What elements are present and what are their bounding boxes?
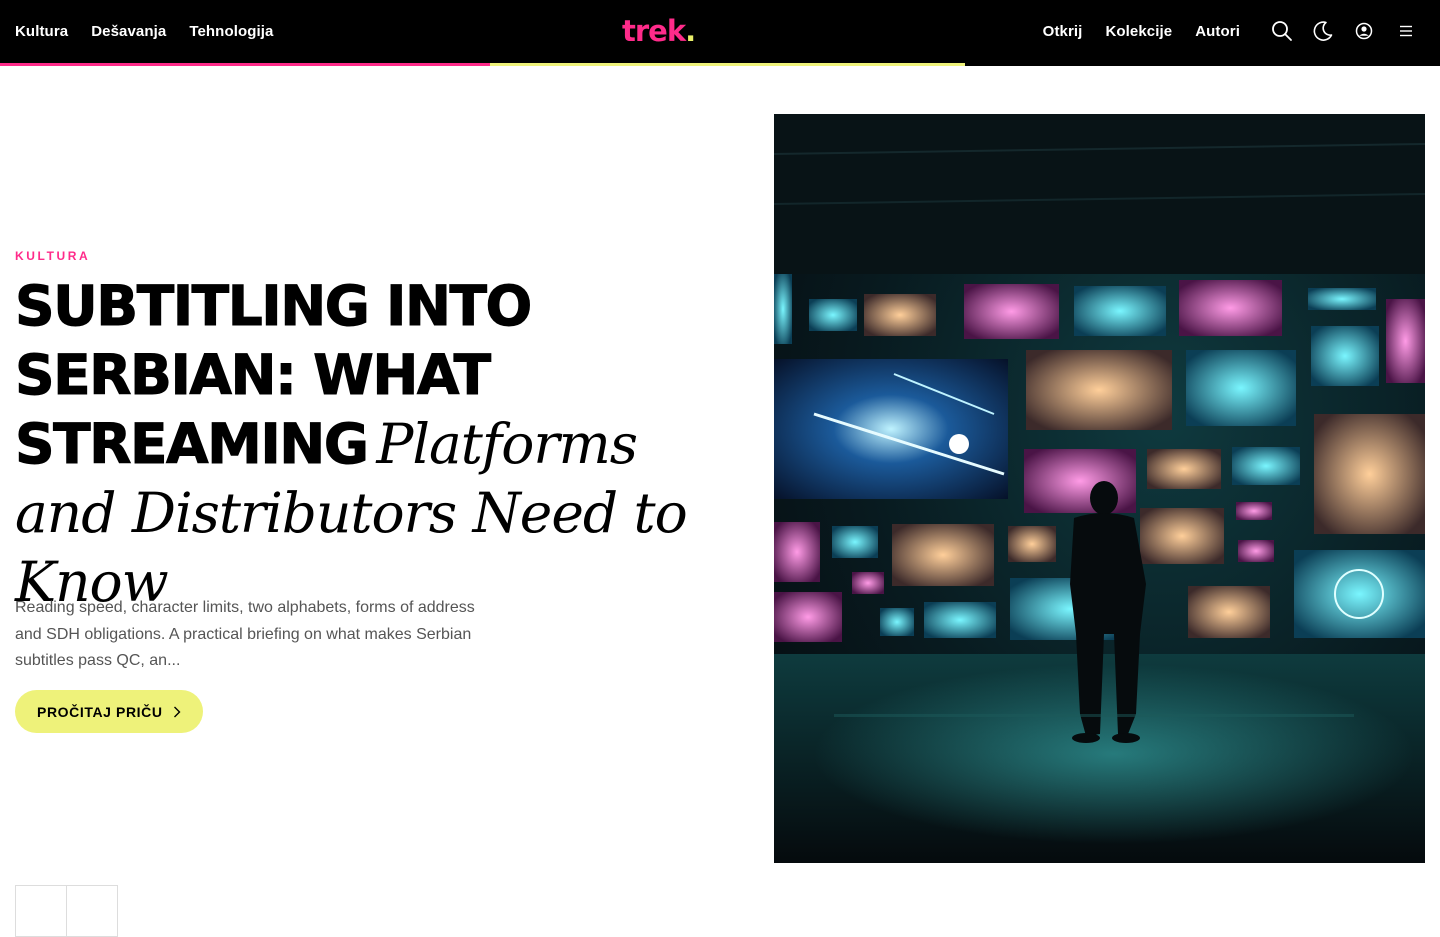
read-story-button[interactable]: PROČITAJ PRIČU bbox=[15, 690, 203, 733]
menu-icon[interactable] bbox=[1394, 19, 1418, 43]
primary-nav: Kultura Dešavanja Tehnologija bbox=[15, 0, 273, 63]
article-headline[interactable]: SUBTITLING INTO SERBIAN: WHAT STREAMING … bbox=[15, 275, 705, 621]
screens-wall-illustration bbox=[774, 114, 1425, 863]
category-label[interactable]: KULTURA bbox=[15, 249, 90, 263]
nav-link-desavanja[interactable]: Dešavanja bbox=[91, 23, 166, 40]
reading-progress-bar bbox=[0, 63, 490, 66]
chevron-right-icon bbox=[173, 706, 181, 717]
nav-link-otkrij[interactable]: Otkrij bbox=[1043, 23, 1083, 40]
next-slide-button[interactable] bbox=[66, 885, 118, 937]
moon-icon[interactable] bbox=[1311, 19, 1335, 43]
previous-slide-button[interactable] bbox=[15, 885, 67, 937]
hero-image[interactable] bbox=[774, 114, 1425, 863]
top-navigation-bar: Kultura Dešavanja Tehnologija trek. Otkr… bbox=[0, 0, 1440, 66]
nav-link-tehnologija[interactable]: Tehnologija bbox=[189, 23, 273, 40]
logo-text: trek bbox=[622, 14, 686, 48]
read-story-label: PROČITAJ PRIČU bbox=[37, 703, 163, 720]
nav-link-autori[interactable]: Autori bbox=[1195, 23, 1240, 40]
nav-link-kultura[interactable]: Kultura bbox=[15, 23, 68, 40]
logo-dot: . bbox=[685, 14, 696, 48]
slider-pager bbox=[15, 885, 118, 937]
search-icon[interactable] bbox=[1270, 19, 1294, 43]
site-logo[interactable]: trek. bbox=[622, 13, 696, 49]
secondary-nav: Otkrij Kolekcije Autori bbox=[1043, 0, 1240, 63]
nav-link-kolekcije[interactable]: Kolekcije bbox=[1105, 23, 1172, 40]
reading-progress-track bbox=[490, 63, 965, 66]
article-summary: Reading speed, character limits, two alp… bbox=[15, 599, 475, 669]
user-icon[interactable] bbox=[1352, 19, 1376, 43]
